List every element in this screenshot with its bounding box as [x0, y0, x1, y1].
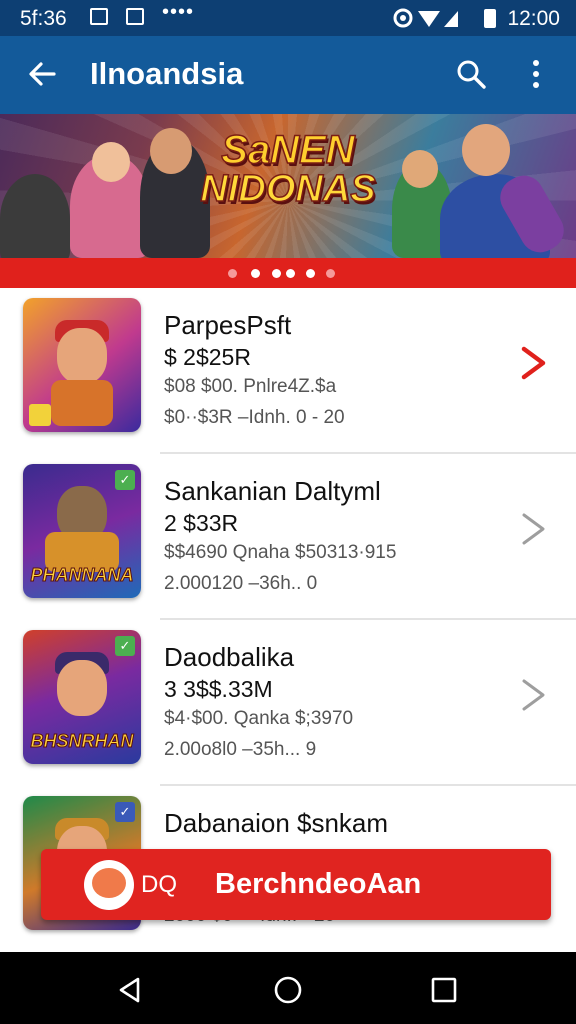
app-bar: Ilnoandsia [0, 36, 576, 114]
banner-character-face [402, 150, 438, 188]
chevron-right-icon[interactable] [516, 346, 550, 380]
cta-label: BerchndeoAan [215, 868, 422, 900]
item-meta: $0··$3R –Idnh. 0 - 20 [164, 407, 345, 428]
nav-home-icon[interactable] [273, 975, 303, 1005]
banner-title-line2: NIDONAS [200, 168, 377, 210]
thumbnail-body [51, 380, 113, 426]
banner-character-face [150, 128, 192, 174]
list-item[interactable]: ✓ BHSNRHAN Daodbalika 3 3$$.33M $4·$00. … [0, 620, 576, 786]
carousel-dot[interactable] [306, 269, 315, 278]
nav-back-icon[interactable] [116, 976, 144, 1004]
carousel-dot[interactable] [326, 269, 335, 278]
item-detail: $4·$00. Qanka $;3970 [164, 708, 354, 729]
promo-banner[interactable]: SaNEN NIDONAS [0, 114, 576, 258]
item-detail: $$4690 Qnaha $50313·915 [164, 542, 397, 563]
check-icon: ✓ [115, 470, 135, 490]
thumbnail-face [57, 328, 107, 384]
item-price: 2 $33R [164, 510, 239, 536]
banner-title: SaNEN NIDONAS [200, 128, 377, 210]
item-price: 3 3$$.33M [164, 676, 273, 702]
chevron-right-icon[interactable] [516, 512, 550, 546]
status-time: 5f:36 [20, 7, 67, 30]
game-thumbnail: ✓ PHANNANA [23, 464, 141, 598]
more-vert-icon[interactable] [527, 58, 545, 90]
cta-prefix: DQ [141, 871, 177, 898]
battery-icon [484, 9, 496, 28]
thumbnail-caption: BHSNRHAN [30, 731, 134, 752]
more-notifications-icon: •••• [162, 1, 195, 23]
carousel-dot-active[interactable] [272, 269, 281, 278]
game-thumbnail: ✓ BHSNRHAN [23, 630, 141, 764]
banner-title-line1: SaNEN [221, 128, 356, 172]
page-title: Ilnoandsia [90, 56, 244, 91]
banner-character [0, 174, 70, 258]
chat-icon-inner [92, 868, 126, 898]
status-bar: 5f:36 •••• 12:00 [0, 0, 576, 36]
image-icon [126, 8, 144, 25]
arrow-left-icon[interactable] [26, 58, 58, 90]
item-detail: $08 $00. Pnlre4Z.$a [164, 376, 337, 397]
nav-recents-icon[interactable] [430, 976, 458, 1004]
item-meta: 2.00o8l0 –35h... 9 [164, 739, 317, 760]
badge-icon: ✓ [115, 802, 135, 822]
item-name: Sankanian Daltyml [164, 476, 381, 506]
chevron-right-icon[interactable] [516, 678, 550, 712]
signal-icons [393, 8, 458, 28]
carousel-dot[interactable] [228, 269, 237, 278]
list-item[interactable]: ✓ PHANNANA Sankanian Daltyml 2 $33R $$46… [0, 454, 576, 620]
item-name: Dabanaion $snkam [164, 808, 389, 838]
carousel-indicator-strip [0, 258, 576, 288]
status-clock: 12:00 [507, 7, 560, 30]
carousel-dot[interactable] [251, 269, 260, 278]
search-icon[interactable] [455, 58, 487, 90]
item-name: Daodbalika [164, 642, 295, 672]
item-price: $ 2$25R [164, 344, 251, 370]
system-nav-bar [0, 952, 576, 1024]
thumbnail-badge [29, 404, 51, 426]
item-name: ParpesPsft [164, 310, 292, 340]
thumbnail-face [57, 660, 107, 716]
check-icon: ✓ [115, 636, 135, 656]
banner-character-face [92, 142, 130, 182]
list-item[interactable]: ParpesPsft $ 2$25R $08 $00. Pnlre4Z.$a $… [0, 288, 576, 454]
item-meta: 2.000120 –36h.. 0 [164, 573, 318, 594]
carousel-dot[interactable] [286, 269, 295, 278]
game-thumbnail [23, 298, 141, 432]
thumbnail-caption: PHANNANA [30, 565, 134, 586]
primary-action-button[interactable]: DQ BerchndeoAan [41, 849, 551, 920]
banner-character-face [462, 124, 510, 176]
notification-icon [90, 8, 108, 25]
